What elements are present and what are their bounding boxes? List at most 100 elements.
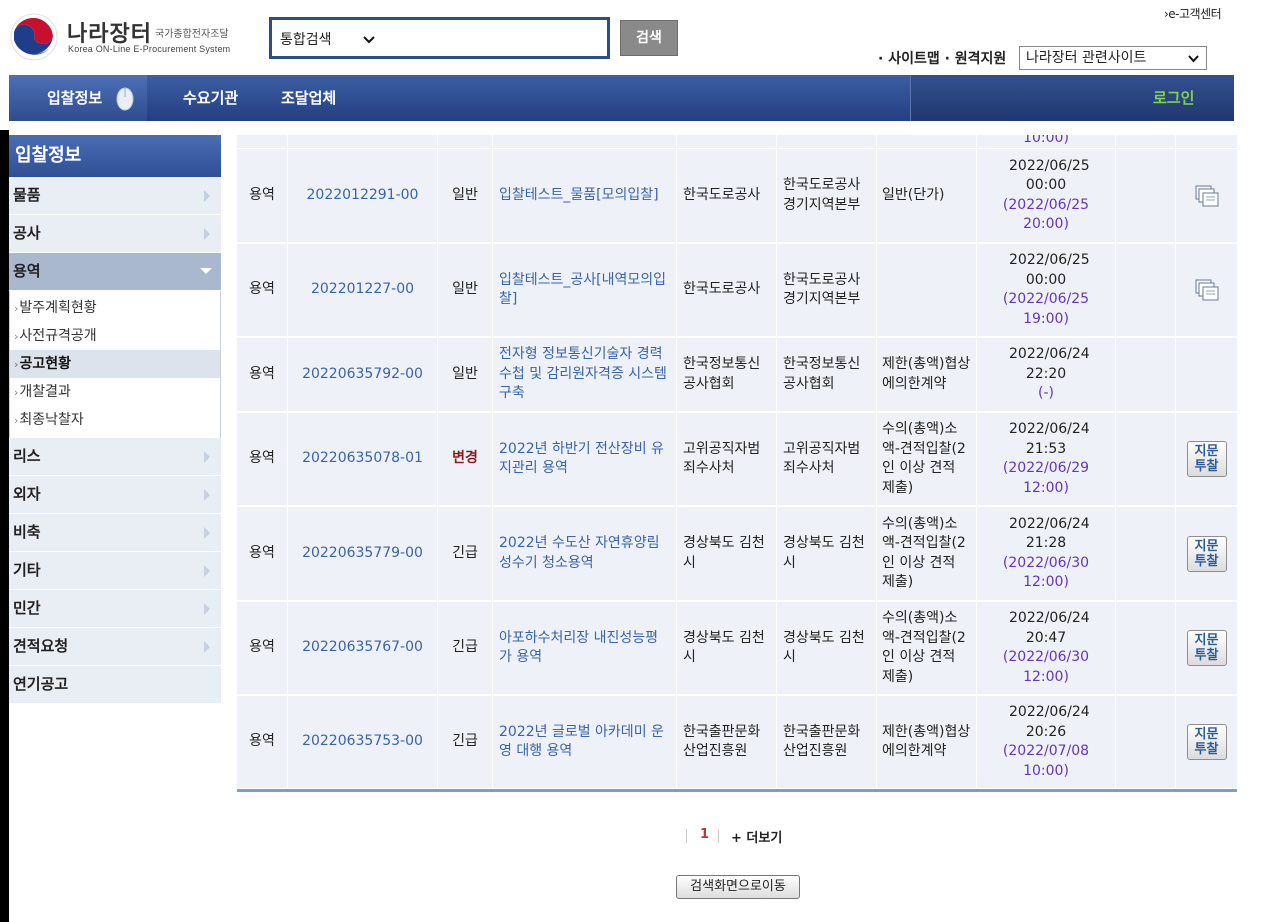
sidebar-item-label: 물품 (13, 186, 41, 204)
main-nav: 입찰정보 수요기관 조달업체 로그인 (9, 75, 1234, 121)
cell-type: 용역 (237, 696, 288, 788)
cell-demand-agency: 고위공직자범죄수사처 (777, 413, 877, 505)
cell-notice-number[interactable]: 20220635792-00 (288, 338, 438, 411)
sidebar-item-label: 비축 (13, 523, 41, 541)
login-button[interactable]: 로그인 (1153, 75, 1194, 121)
sidebar-item-etc[interactable]: 기타 (9, 552, 221, 590)
cell-action: 지문 투찰 (1176, 696, 1237, 788)
sidebar-item-goods[interactable]: 물품 (9, 177, 221, 215)
cell-notice-name[interactable]: 입찰테스트_물품[모의입찰] (493, 149, 677, 242)
sidebar-item-lease[interactable]: 리스 (9, 438, 221, 476)
cell-notice-number[interactable]: 2022012291-00 (288, 149, 438, 242)
cell-kind: 일반 (438, 338, 493, 411)
sub-item-label: 개찰결과 (19, 384, 71, 400)
sidebar-item-label: 외자 (13, 485, 41, 503)
sidebar-item-label: 견적요청 (13, 637, 69, 655)
bullet-icon: › (14, 302, 19, 315)
input-date: 2022/06/24 20:26 (1009, 704, 1090, 740)
sidebar-sub-pre-spec[interactable]: ›사전규격공개 (10, 322, 220, 350)
chevron-right-icon (204, 451, 210, 463)
fingerprint-bid-button[interactable]: 지문 투찰 (1186, 724, 1227, 760)
more-button[interactable]: + 더보기 (731, 827, 782, 846)
cell-dates: 2022/06/24 21:53 (2022/06/29 12:00) (977, 413, 1116, 505)
customer-center-link[interactable]: ›e-고객센터 (1164, 5, 1222, 22)
sidebar-submenu: ›발주계획현황 ›사전규격공개 ›공고현황 ›개찰결과 ›최종낙찰자 (9, 291, 221, 438)
cell-empty (1116, 413, 1176, 505)
sidebar-sub-final-winner[interactable]: ›최종낙찰자 (10, 406, 220, 434)
cell-notice-number[interactable]: 20220635078-01 (288, 413, 438, 505)
cell-type: 용역 (237, 338, 288, 411)
copy-notice-icon[interactable] (1193, 277, 1221, 303)
sidebar-item-postponed[interactable]: 연기공고 (9, 666, 221, 704)
cell-empty (1116, 149, 1176, 242)
cell-notice-number[interactable]: 202201227-00 (288, 244, 438, 336)
nav-demand-agency[interactable]: 수요기관 (183, 75, 238, 121)
sidebar-sub-notice-status[interactable]: ›공고현황 (10, 350, 220, 378)
cell-contract-method: 일반(단가) (877, 149, 977, 242)
input-date: 2022/06/24 21:28 (1009, 515, 1090, 552)
sidebar-title: 입찰정보 (9, 135, 221, 177)
cell-notice-agency: 한국도로공사 (677, 149, 777, 242)
deadline-date: (2022/07/08 10:00) (1002, 743, 1090, 779)
cell-kind: 일반 (438, 244, 493, 336)
sidebar-item-label: 용역 (13, 262, 41, 280)
taegeuk-logo-icon (10, 13, 58, 61)
sidebar-item-stockpile[interactable]: 비축 (9, 514, 221, 552)
bullet-icon: › (14, 386, 19, 399)
site-logo[interactable]: 나라장터 국가종합전자조달 Korea ON-Line E-Procuremen… (9, 12, 269, 62)
sidebar-item-label: 기타 (13, 561, 41, 579)
cell-notice-number[interactable]: 20220635767-00 (288, 602, 438, 694)
related-sites-select[interactable]: 나라장터 관련사이트 (1019, 46, 1207, 70)
cell-notice-name[interactable]: 2022년 글로벌 아카데미 운영 대행 용역 (493, 696, 677, 788)
sidebar-item-quote-request[interactable]: 견적요청 (9, 628, 221, 666)
sidebar-item-service[interactable]: 용역 (9, 253, 221, 291)
search-scope-select[interactable]: 통합검색 (280, 29, 332, 49)
cell-kind: 변경 (438, 413, 493, 505)
sidebar-item-construction[interactable]: 공사 (9, 215, 221, 253)
table-bottom-border (237, 789, 1237, 792)
cell-action (1176, 149, 1237, 242)
sidebar-item-foreign[interactable]: 외자 (9, 476, 221, 514)
back-to-search-button[interactable]: 검색화면으로이동 (676, 875, 800, 899)
table-row-partial: 10:00) (237, 135, 1237, 149)
cell-empty (1116, 696, 1176, 788)
fingerprint-bid-button[interactable]: 지문 투찰 (1186, 535, 1227, 572)
fingerprint-bid-button[interactable]: 지문 투찰 (1186, 630, 1227, 666)
search-button[interactable]: 검색 (620, 20, 678, 56)
logo-english: Korea ON-Line E-Procurement System (68, 44, 231, 54)
cell-notice-name[interactable]: 입찰테스트_공사[내역모의입찰] (493, 244, 677, 336)
bullet-icon: › (14, 414, 19, 427)
cell-demand-agency: 경상북도 김천시 (777, 602, 877, 694)
sidebar-sub-order-plan[interactable]: ›발주계획현황 (10, 294, 220, 322)
sidebar-item-label: 리스 (13, 447, 41, 465)
cell-notice-agency: 고위공직자범죄수사처 (677, 413, 777, 505)
cell-notice-number[interactable]: 20220635779-00 (288, 507, 438, 600)
copy-notice-icon[interactable] (1193, 183, 1221, 209)
cell-empty (1116, 338, 1176, 411)
fingerprint-bid-button[interactable]: 지문 투찰 (1186, 441, 1227, 477)
cell-action (1176, 338, 1237, 411)
sitemap-remote-links[interactable]: · 사이트맵 · 원격지원 (878, 48, 1006, 68)
cell-notice-name[interactable]: 2022년 하반기 전산장비 유지관리 용역 (493, 413, 677, 505)
deadline-date: (-) (1038, 385, 1054, 402)
page-current[interactable]: 1 (700, 827, 709, 842)
cell-dates: 2022/06/24 20:26 (2022/07/08 10:00) (977, 696, 1116, 788)
cell-notice-agency: 한국정보통신공사협회 (677, 338, 777, 411)
cell-notice-name[interactable]: 2022년 수도산 자연휴양림 성수기 청소용역 (493, 507, 677, 600)
sidebar-sub-opening-result[interactable]: ›개찰결과 (10, 378, 220, 406)
cell-notice-name[interactable]: 전자형 정보통신기술자 경력수첩 및 감리원자격증 시스템 구축 (493, 338, 677, 411)
cell-notice-name[interactable]: 아포하수처리장 내진성능평가 용역 (493, 602, 677, 694)
deadline-date: (2022/06/25 20:00) (1002, 196, 1090, 233)
cell-type: 용역 (237, 507, 288, 600)
sidebar-item-private[interactable]: 민간 (9, 590, 221, 628)
cell-notice-number[interactable]: 20220635753-00 (288, 696, 438, 788)
chevron-down-icon (200, 268, 212, 274)
cell-contract-method: 제한(총액)협상에의한계약 (877, 338, 977, 411)
nav-supplier[interactable]: 조달업체 (281, 75, 336, 121)
deadline-date: (2022/06/30 12:00) (1002, 554, 1090, 591)
input-date: 2022/06/24 22:20 (1009, 346, 1090, 382)
cell-demand-agency: 한국도로공사 경기지역본부 (777, 244, 877, 336)
search-input[interactable]: 통합검색 (269, 17, 610, 59)
cell-demand-agency: 한국도로공사 경기지역본부 (777, 149, 877, 242)
sidebar-item-label: 연기공고 (13, 675, 69, 693)
